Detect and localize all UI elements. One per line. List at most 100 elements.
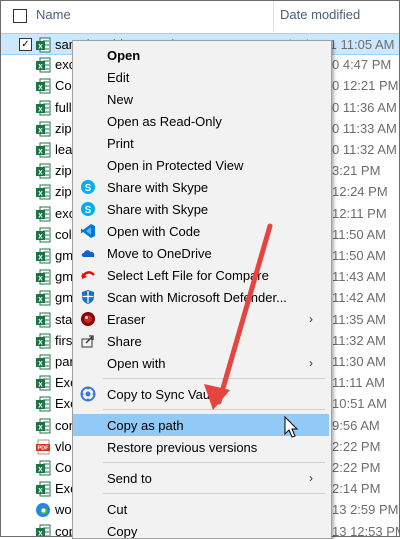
menu-item-eraser[interactable]: Eraser › [73,308,329,330]
excel-file-icon: x [35,184,51,200]
compare-icon [80,267,96,283]
menu-item-copy[interactable]: Copy [73,520,329,538]
menu-item-open-with[interactable]: Open with › [73,352,329,374]
svg-text:x: x [38,486,43,495]
svg-text:x: x [38,104,43,113]
menu-item-scan-with-microsoft-defender[interactable]: Scan with Microsoft Defender... [73,286,329,308]
file-date-modified: 11:30 AM [332,354,386,369]
menu-item-share-with-skype[interactable]: S Share with Skype [73,176,329,198]
svg-text:x: x [38,359,43,368]
column-header: Name Date modified [1,1,399,31]
menu-separator [103,409,325,410]
svg-text:x: x [38,210,43,219]
excel-file-icon: x [35,375,51,391]
skype-icon: S [80,201,96,217]
row-checkbox[interactable]: ✓ [19,38,32,51]
menu-item-label: Open [107,48,141,63]
menu-item-open-with-code[interactable]: Open with Code [73,220,329,242]
file-date-modified: 9:56 AM [332,417,380,433]
menu-item-label: Open with Code [107,224,201,239]
svg-text:x: x [38,189,43,198]
excel-file-icon: x [35,206,51,222]
menu-item-open-in-protected-view[interactable]: Open in Protected View [73,154,329,176]
file-date-modified: 11:32 AM [332,332,386,348]
file-name: gm [55,269,74,285]
file-date-modified: 11:50 AM [332,248,386,263]
menu-item-label: Share with Skype [107,202,209,217]
svg-text:x: x [38,422,43,431]
menu-item-label: New [107,92,134,107]
menu-item-label: Copy as path [107,418,184,433]
file-date-modified: 12:24 PM [332,184,388,200]
menu-item-share-with-skype[interactable]: S Share with Skype [73,198,329,220]
excel-file-icon: x [35,142,51,158]
menu-item-copy-as-path[interactable]: Copy as path [73,414,329,436]
excel-file-icon: x [35,121,51,137]
excel-file-icon: x [35,524,51,536]
excel-file-icon: x [35,418,51,434]
menu-item-label: Open as Read-Only [107,114,222,129]
excel-file-icon: x [35,481,51,497]
svg-text:x: x [38,401,43,410]
excel-file-icon: x [35,100,51,116]
file-date-modified: 0 4:47 PM [332,57,392,73]
skype-icon: S [80,179,96,195]
file-date-modified: 2:22 PM [332,460,381,475]
menu-item-copy-to-sync-vault[interactable]: Copy to Sync Vault [73,383,329,405]
svg-text:x: x [38,125,43,134]
menu-item-move-to-onedrive[interactable]: Move to OneDrive [73,242,329,264]
excel-file-icon: x [35,312,51,328]
svg-text:x: x [38,231,43,240]
menu-item-label: Eraser [107,312,146,327]
menu-item-restore-previous-versions[interactable]: Restore previous versions [73,436,329,458]
menu-item-label: Scan with Microsoft Defender... [107,290,287,305]
svg-text:x: x [38,295,43,304]
excel-file-icon: x [35,57,51,73]
excel-file-icon: x [35,227,51,243]
submenu-arrow-icon: › [309,471,313,485]
date-modified-column-header[interactable]: Date modified [280,7,360,22]
submenu-arrow-icon: › [309,312,313,326]
file-date-modified: 0 11:32 AM [332,142,397,157]
menu-item-label: Share [107,334,142,349]
menu-item-label: Select Left File for Compare [107,268,269,283]
menu-item-select-left-file-for-compare[interactable]: Select Left File for Compare [73,264,329,286]
defender-icon [80,289,96,305]
menu-item-send-to[interactable]: Send to › [73,467,329,489]
menu-item-print[interactable]: Print [73,132,329,154]
svg-text:x: x [38,337,43,346]
name-column-header[interactable]: Name [36,7,71,22]
menu-item-edit[interactable]: Edit [73,66,329,88]
file-date-modified: 10:51 AM [332,396,387,412]
edge-file-icon [35,502,51,518]
svg-text:PDF: PDF [38,445,50,451]
excel-file-icon: x [35,396,51,412]
svg-text:x: x [38,465,43,474]
file-date-modified: 11:11 AM [332,375,385,391]
svg-text:x: x [38,83,43,92]
file-date-modified: 12:11 PM [332,205,387,221]
excel-file-icon: x [35,37,51,53]
file-date-modified: 11:50 AM [332,226,386,242]
menu-item-open[interactable]: Open [73,44,329,66]
menu-item-open-as-read-only[interactable]: Open as Read-Only [73,110,329,132]
menu-item-label: Restore previous versions [107,440,258,455]
column-divider[interactable] [273,1,274,31]
menu-separator [103,462,325,463]
submenu-arrow-icon: › [309,356,313,370]
excel-file-icon: x [35,248,51,264]
file-name: full [55,99,72,115]
menu-item-new[interactable]: New [73,88,329,110]
excel-file-icon: x [35,460,51,476]
svg-text:x: x [38,168,43,177]
excel-file-icon: x [35,269,51,285]
svg-text:x: x [38,253,43,262]
menu-item-label: Move to OneDrive [107,246,212,261]
select-all-checkbox[interactable] [13,9,27,23]
pdf-file-icon: PDF [35,439,51,455]
file-date-modified: 11:42 AM [332,290,386,306]
menu-item-share[interactable]: Share [73,330,329,352]
menu-separator [103,378,325,379]
file-date-modified: 13 2:59 PM [332,502,399,518]
menu-item-cut[interactable]: Cut [73,498,329,520]
